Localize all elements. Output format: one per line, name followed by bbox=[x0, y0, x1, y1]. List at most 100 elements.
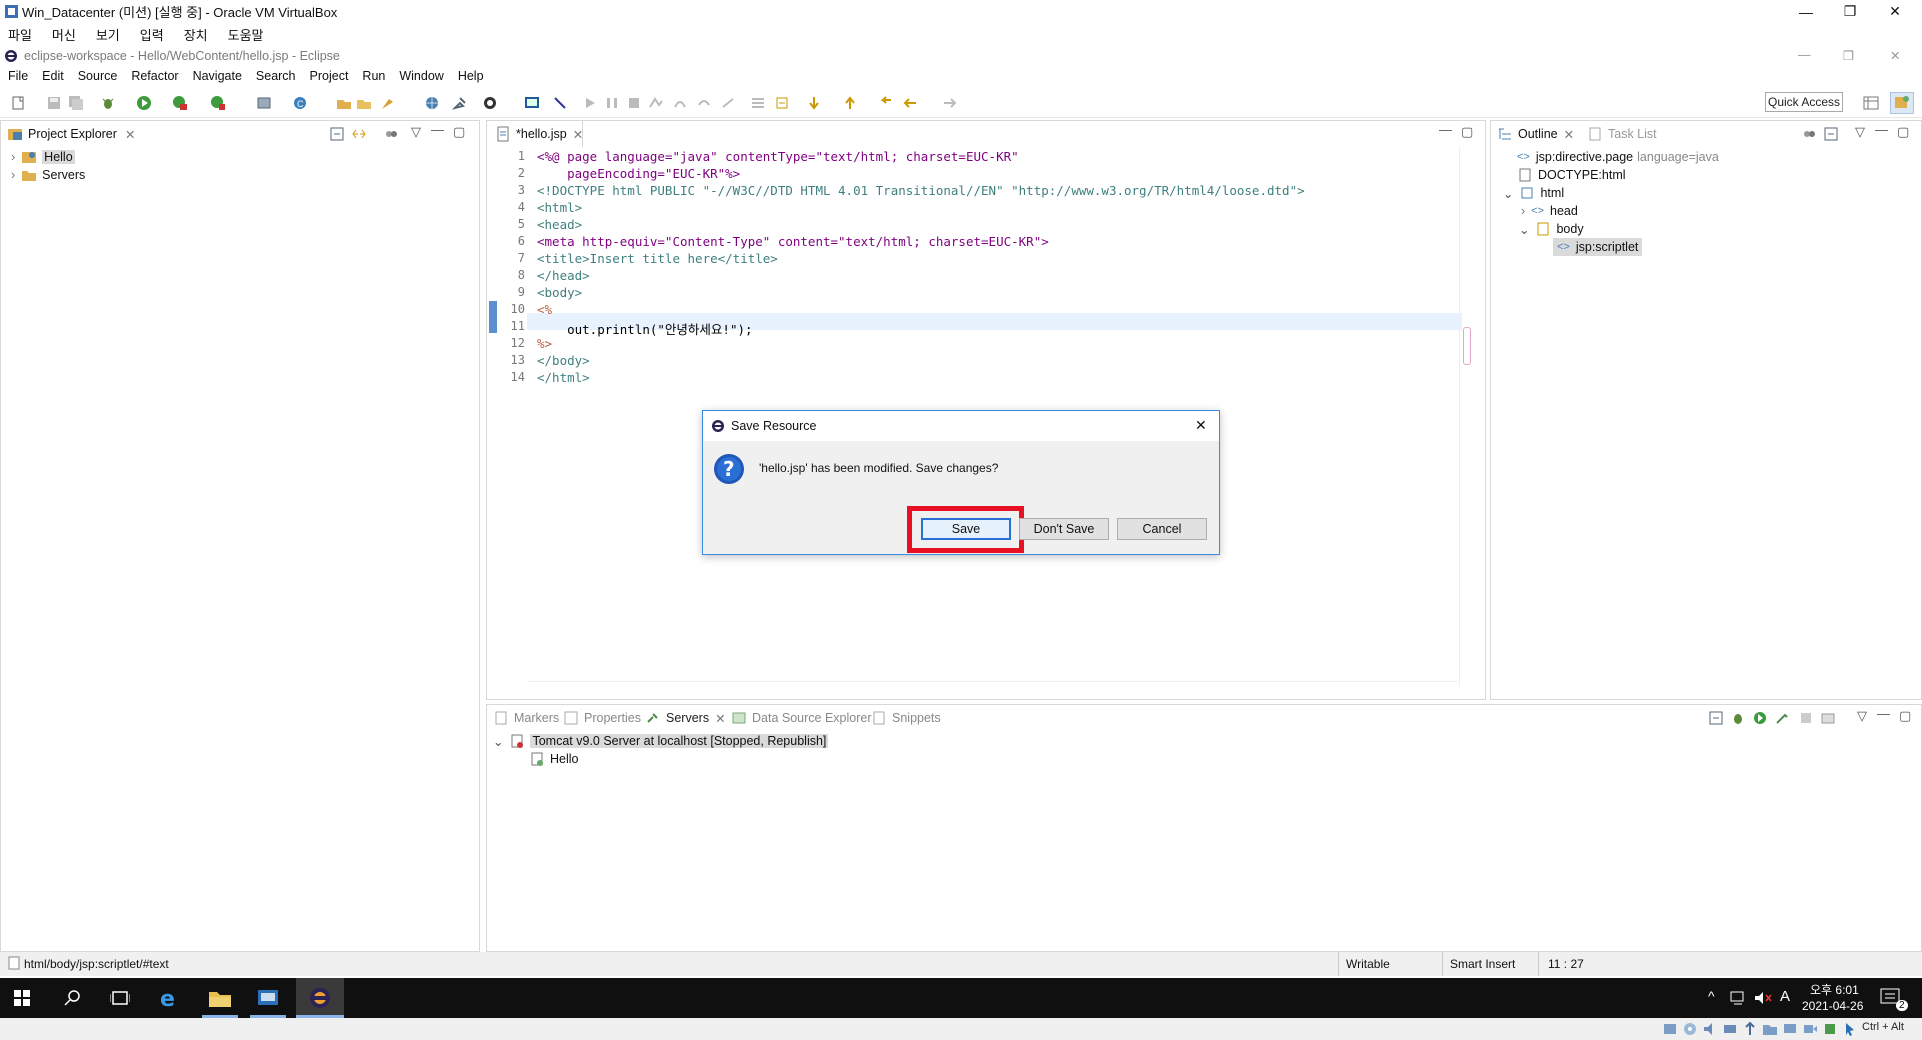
run-icon[interactable] bbox=[136, 95, 152, 111]
profile-server-icon[interactable] bbox=[1775, 711, 1789, 725]
annotation-icon[interactable] bbox=[774, 95, 790, 111]
disconnect-icon[interactable] bbox=[648, 95, 664, 111]
network-icon[interactable] bbox=[1730, 990, 1748, 1006]
open-perspective-icon[interactable] bbox=[1862, 94, 1880, 112]
view-menu-icon[interactable]: ▽ bbox=[411, 124, 421, 140]
clock-date[interactable]: 2021-04-26 bbox=[1802, 999, 1863, 1013]
view-menu-icon[interactable]: ▽ bbox=[1855, 124, 1865, 140]
internet-explorer-icon[interactable]: e bbox=[158, 987, 182, 1009]
next-annotation-icon[interactable] bbox=[806, 95, 822, 111]
outline-item-head[interactable]: › <> head bbox=[1521, 202, 1578, 220]
eclipse-restore-button[interactable]: ❐ bbox=[1843, 48, 1854, 63]
vbox-menu-input[interactable]: 입력 bbox=[140, 25, 164, 44]
file-explorer-icon[interactable] bbox=[208, 987, 232, 1009]
search-icon[interactable] bbox=[380, 95, 396, 111]
dialog-close-icon[interactable]: ✕ bbox=[1195, 417, 1207, 434]
profile-icon[interactable] bbox=[482, 95, 498, 111]
tab-properties[interactable]: Properties bbox=[563, 705, 641, 731]
terminate-icon[interactable] bbox=[626, 95, 642, 111]
collapse-all-icon[interactable] bbox=[1709, 711, 1723, 725]
outline-item-html[interactable]: ⌄ html bbox=[1503, 184, 1564, 202]
suspend-icon[interactable] bbox=[604, 95, 620, 111]
close-button[interactable]: ✕ bbox=[1873, 0, 1917, 23]
step-over-icon[interactable] bbox=[696, 95, 712, 111]
view-menu-filter-icon[interactable] bbox=[383, 126, 399, 142]
vbox-menu-help[interactable]: 도움말 bbox=[228, 25, 264, 44]
server-row-tomcat[interactable]: ⌄ Tomcat v9.0 Server at localhost [Stopp… bbox=[493, 732, 829, 750]
publish-icon[interactable] bbox=[1821, 711, 1835, 725]
close-tab-icon[interactable]: ✕ bbox=[1564, 127, 1574, 142]
scroll-thumb[interactable] bbox=[1463, 327, 1471, 365]
menu-search[interactable]: Search bbox=[256, 69, 296, 83]
close-tab-icon[interactable]: ✕ bbox=[715, 711, 725, 726]
forward-icon[interactable] bbox=[942, 95, 958, 111]
minimize-editor-icon[interactable]: — bbox=[1439, 122, 1452, 137]
tree-item-hello[interactable]: › Hello bbox=[11, 148, 75, 166]
expand-icon[interactable]: › bbox=[11, 150, 15, 164]
ime-indicator[interactable]: A bbox=[1780, 988, 1790, 1005]
save-icon[interactable] bbox=[46, 95, 62, 111]
menu-run[interactable]: Run bbox=[362, 69, 385, 83]
back-icon[interactable] bbox=[902, 95, 918, 111]
server-module-hello[interactable]: Hello bbox=[529, 750, 579, 768]
menu-navigate[interactable]: Navigate bbox=[193, 69, 242, 83]
minimize-view-icon[interactable]: — bbox=[431, 122, 444, 137]
collapse-icon[interactable]: ⌄ bbox=[493, 734, 503, 749]
vbox-menu-devices[interactable]: 장치 bbox=[184, 25, 208, 44]
toggle-mark-icon[interactable] bbox=[750, 95, 766, 111]
mouse-integration-icon[interactable] bbox=[1842, 1021, 1858, 1037]
maximize-view-icon[interactable]: ▢ bbox=[1899, 708, 1911, 724]
eclipse-taskbar-button[interactable] bbox=[296, 978, 344, 1018]
menu-edit[interactable]: Edit bbox=[42, 69, 64, 83]
expand-icon[interactable]: › bbox=[11, 168, 15, 182]
host-key-label[interactable]: Ctrl + Alt bbox=[1862, 1021, 1904, 1033]
tab-hello-jsp[interactable]: *hello.jsp ✕ bbox=[487, 121, 583, 147]
hdd-icon[interactable] bbox=[1662, 1021, 1678, 1037]
cancel-button[interactable]: Cancel bbox=[1117, 518, 1207, 540]
jee-perspective-icon[interactable] bbox=[1890, 92, 1914, 114]
open-type-icon[interactable] bbox=[336, 95, 352, 111]
menu-source[interactable]: Source bbox=[78, 69, 118, 83]
new-server-icon[interactable] bbox=[256, 95, 272, 111]
windows-start-icon[interactable] bbox=[14, 990, 30, 1006]
hide-fields-icon[interactable] bbox=[1801, 126, 1817, 142]
terminal-icon[interactable] bbox=[524, 95, 540, 111]
show-hidden-icons[interactable]: ^ bbox=[1708, 988, 1715, 1004]
minimize-view-icon[interactable]: — bbox=[1877, 706, 1890, 721]
menu-help[interactable]: Help bbox=[458, 69, 484, 83]
tab-data-source-explorer[interactable]: Data Source Explorer bbox=[731, 705, 872, 731]
video-capture-icon[interactable] bbox=[1802, 1021, 1818, 1037]
open-folder-icon[interactable] bbox=[356, 95, 372, 111]
audio-icon[interactable] bbox=[1702, 1021, 1718, 1037]
vbox-menu-machine[interactable]: 머신 bbox=[52, 25, 76, 44]
tab-task-list[interactable]: Task List bbox=[1587, 121, 1657, 147]
new-class-icon[interactable]: C bbox=[292, 95, 308, 111]
maximize-editor-icon[interactable]: ▢ bbox=[1461, 124, 1473, 140]
shared-folders-icon[interactable] bbox=[1762, 1021, 1778, 1037]
pin-icon[interactable] bbox=[452, 95, 468, 111]
outline-item-scriptlet[interactable]: <> jsp:scriptlet bbox=[1553, 238, 1643, 256]
status-insert-mode[interactable]: Smart Insert bbox=[1450, 957, 1515, 971]
maximize-view-icon[interactable]: ▢ bbox=[453, 124, 465, 140]
last-edit-icon[interactable] bbox=[878, 95, 894, 111]
debug-icon[interactable] bbox=[100, 95, 116, 111]
collapse-outline-icon[interactable] bbox=[1823, 126, 1839, 142]
editor-horizontal-scrollbar[interactable] bbox=[527, 681, 1457, 695]
usb-icon[interactable] bbox=[1742, 1021, 1758, 1037]
collapse-icon[interactable]: ⌄ bbox=[1519, 222, 1529, 237]
menu-file[interactable]: File bbox=[8, 69, 28, 83]
outline-item-doctype[interactable]: DOCTYPE:html bbox=[1517, 166, 1626, 184]
link-editor-icon[interactable] bbox=[351, 126, 367, 142]
view-menu-icon[interactable]: ▽ bbox=[1857, 708, 1867, 724]
restore-button[interactable]: ❐ bbox=[1828, 0, 1872, 23]
search-icon[interactable] bbox=[64, 989, 82, 1007]
globe-icon[interactable] bbox=[424, 95, 440, 111]
outline-item-directive[interactable]: <> jsp:directive.page language=java bbox=[1517, 148, 1719, 166]
clock-time[interactable]: 오후 6:01 bbox=[1810, 981, 1859, 998]
menu-project[interactable]: Project bbox=[310, 69, 349, 83]
outline-item-body[interactable]: ⌄ body bbox=[1519, 220, 1584, 238]
minimize-view-icon[interactable]: — bbox=[1875, 122, 1888, 137]
maximize-view-icon[interactable]: ▢ bbox=[1897, 124, 1909, 140]
volume-muted-icon[interactable] bbox=[1754, 990, 1772, 1006]
cpu-icon[interactable] bbox=[1822, 1021, 1838, 1037]
